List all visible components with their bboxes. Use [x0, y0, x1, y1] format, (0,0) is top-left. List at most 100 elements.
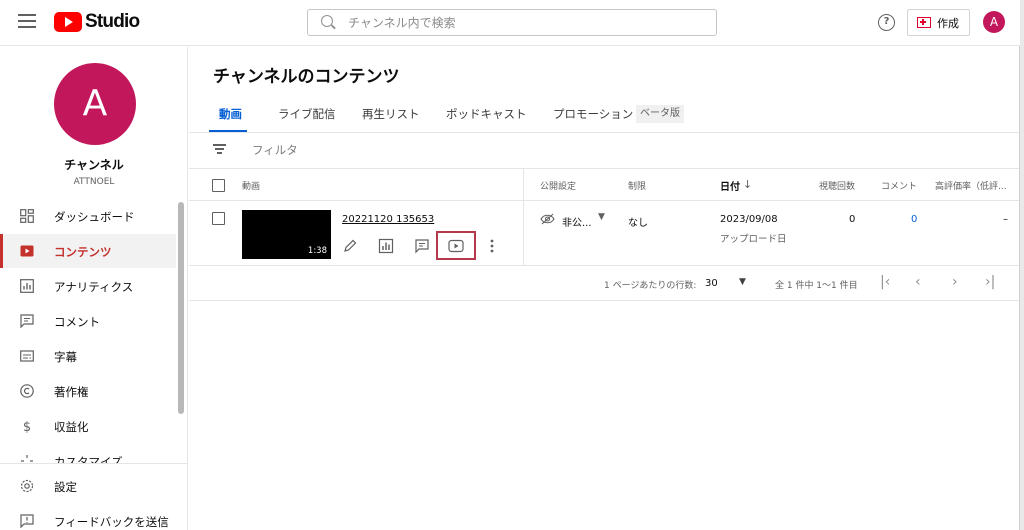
sidebar-item-label: 設定	[54, 480, 77, 494]
column-header-visibility[interactable]: 公開設定	[540, 179, 576, 192]
sidebar-item-label: フィードバックを送信	[54, 515, 169, 529]
rows-per-page-select[interactable]: 30	[705, 278, 718, 289]
rows-dropdown-icon[interactable]: ▼	[739, 277, 746, 287]
date-subtext: アップロード日	[720, 234, 787, 245]
prev-page-icon[interactable]: ‹	[915, 274, 921, 290]
column-separator	[523, 169, 524, 265]
column-header-restrictions[interactable]: 制限	[628, 179, 646, 192]
tab-live[interactable]: ライブ配信	[278, 106, 336, 122]
top-header: Studio ? 作成 A	[0, 0, 1020, 46]
sidebar-item-dashboard[interactable]: ダッシュボード	[0, 199, 176, 233]
channel-title: チャンネル	[64, 158, 124, 172]
feedback-icon	[20, 514, 34, 528]
search-icon[interactable]	[321, 15, 333, 27]
customize-icon	[21, 455, 33, 462]
comment-icon	[415, 239, 429, 254]
next-page-icon[interactable]: ›	[952, 274, 958, 290]
comments-value[interactable]: 0	[911, 214, 917, 225]
youtube-play-icon	[54, 12, 82, 32]
sidebar: A チャンネル ATTNOEL ダッシュボード コンテンツ アナリティクス コメ…	[0, 47, 188, 530]
sidebar-item-content[interactable]: コンテンツ	[0, 234, 176, 268]
hamburger-menu-icon[interactable]	[18, 14, 36, 28]
sidebar-item-label: 収益化	[54, 420, 89, 434]
sort-arrow-down-icon[interactable]: ↓	[743, 178, 752, 191]
column-header-views[interactable]: 視聴回数	[819, 179, 855, 192]
studio-logo[interactable]: Studio	[54, 11, 140, 33]
copyright-icon	[20, 384, 34, 398]
create-label: 作成	[937, 16, 959, 30]
video-duration: 1:38	[307, 246, 327, 256]
views-value: 0	[849, 214, 856, 225]
content-icon	[20, 245, 34, 257]
filter-divider	[189, 168, 1020, 169]
sidebar-item-monetization[interactable]: $ 収益化	[0, 409, 176, 443]
sidebar-divider	[0, 463, 188, 464]
tab-videos[interactable]: 動画	[219, 106, 242, 122]
visibility-value[interactable]: 非公...	[562, 214, 592, 229]
filter-input[interactable]: フィルタ	[252, 142, 298, 158]
sidebar-item-copyright[interactable]: 著作権	[0, 374, 176, 408]
rows-per-page-label: 1 ページあたりの行数:	[604, 281, 697, 291]
sidebar-item-label: ダッシュボード	[54, 210, 135, 224]
comment-icon	[20, 314, 34, 328]
sidebar-item-label: コンテンツ	[54, 245, 112, 259]
sidebar-item-label: コメント	[54, 315, 100, 329]
column-header-video: 動画	[242, 182, 261, 192]
channel-handle: ATTNOEL	[73, 177, 115, 187]
select-all-checkbox[interactable]	[212, 179, 225, 192]
sidebar-item-analytics[interactable]: アナリティクス	[0, 269, 176, 303]
pagination-divider	[189, 300, 1020, 301]
account-avatar[interactable]: A	[983, 11, 1005, 33]
pencil-icon	[344, 239, 357, 252]
youtube-studio-window: Studio ? 作成 A A チャンネル ATTNOEL ダッシュボード コン…	[0, 0, 1024, 530]
create-video-icon	[917, 17, 931, 28]
logo-text: Studio	[85, 11, 140, 32]
row-checkbox[interactable]	[212, 212, 225, 225]
column-header-comments[interactable]: コメント	[881, 179, 917, 192]
sidebar-item-label: アナリティクス	[54, 280, 134, 294]
eye-off-icon	[540, 213, 555, 225]
channel-avatar[interactable]: A	[54, 63, 136, 145]
sidebar-item-feedback[interactable]: フィードバックを送信	[0, 504, 176, 530]
comments-button[interactable]	[412, 236, 432, 256]
header-divider	[189, 200, 1020, 201]
edit-details-button[interactable]	[340, 236, 360, 256]
first-page-icon[interactable]: |‹	[880, 274, 890, 290]
column-header-date[interactable]: 日付	[720, 178, 740, 193]
more-vert-icon	[490, 239, 494, 253]
visibility-dropdown-icon[interactable]: ▼	[598, 212, 605, 222]
sidebar-scrollbar[interactable]	[178, 202, 184, 414]
likes-value: –	[1003, 214, 1008, 225]
row-divider	[189, 265, 1020, 266]
tabs-divider	[189, 132, 1020, 133]
sidebar-item-customize[interactable]: カスタマイズ	[0, 444, 176, 463]
subtitles-icon	[20, 350, 34, 362]
highlight-box	[436, 231, 476, 260]
video-thumbnail[interactable]: 1:38	[242, 210, 331, 259]
sidebar-item-comments[interactable]: コメント	[0, 304, 176, 338]
last-page-icon[interactable]: ›|	[985, 274, 995, 290]
sidebar-item-subtitles[interactable]: 字幕	[0, 339, 176, 373]
tab-podcasts[interactable]: ポッドキャスト	[446, 106, 527, 122]
tab-playlists[interactable]: 再生リスト	[362, 106, 420, 122]
tab-promotions[interactable]: プロモーション	[553, 106, 633, 122]
search-box[interactable]	[307, 9, 717, 36]
create-button[interactable]: 作成	[907, 9, 970, 36]
column-header-likes[interactable]: 高評価率（低評...	[935, 179, 1019, 192]
sidebar-item-label: カスタマイズ	[54, 455, 123, 463]
video-title-link[interactable]: 20221120 135653	[342, 214, 434, 225]
more-options-button[interactable]	[482, 236, 502, 256]
svg-text:$: $	[23, 420, 31, 433]
date-value: 2023/09/08	[720, 214, 778, 225]
search-input[interactable]	[348, 14, 698, 32]
beta-badge: ベータ版	[636, 105, 684, 123]
analytics-icon	[20, 279, 34, 293]
dollar-icon: $	[23, 420, 31, 433]
sidebar-item-settings[interactable]: 設定	[0, 469, 176, 503]
window-right-edge	[1020, 0, 1024, 530]
help-icon[interactable]: ?	[878, 14, 895, 31]
dashboard-icon	[20, 209, 34, 223]
analytics-button[interactable]	[376, 236, 396, 256]
page-title: チャンネルのコンテンツ	[213, 67, 400, 87]
filter-icon[interactable]	[213, 144, 226, 154]
